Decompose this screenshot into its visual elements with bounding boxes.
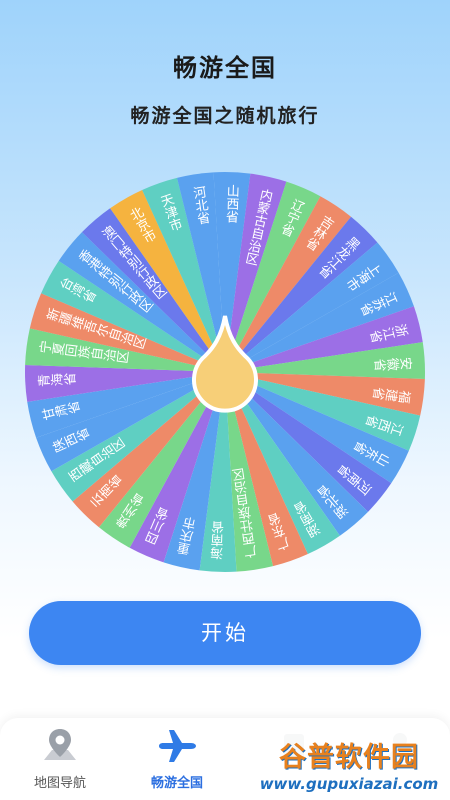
watermark-url: www.gupuxiazai.com <box>259 775 439 793</box>
airplane-icon <box>159 730 196 762</box>
wheel-graphic: 山西省 内蒙古自治区 辽宁省吉林省黑龙江省上海市江苏省浙江省安徽省福建省江西省山东省… <box>24 172 426 572</box>
start-button[interactable]: 开始 <box>29 601 421 665</box>
wheel-segment-label: 青海省 <box>37 373 77 391</box>
watermark-logo: 谷普软件园 <box>279 742 419 773</box>
map-pin-icon <box>44 729 76 760</box>
page-title: 畅游全国 <box>173 54 277 82</box>
status-bar <box>0 0 450 26</box>
tab-label: 畅游全国 <box>150 776 203 791</box>
wheel-segment-label: 山西省 <box>223 184 240 224</box>
wheel-segment-label: 海南省 <box>210 520 227 560</box>
page-subtitle: 畅游全国之随机旅行 <box>130 105 320 127</box>
watermark: 谷普软件园 www.gupuxiazai.com <box>248 733 450 800</box>
tab-travel[interactable]: 畅游全国 <box>127 718 227 800</box>
lottery-wheel[interactable]: 山西省 内蒙古自治区 辽宁省 吉林省 黑龙江省 上海市 江苏省 浙江省 安徽省 福建省 江西省 山东省… <box>23 170 427 574</box>
tab-map-navigation[interactable]: 地图导航 <box>10 718 110 800</box>
tab-label: 地图导航 <box>33 776 86 791</box>
wheel-segment-label: 安徽省 <box>373 354 413 372</box>
